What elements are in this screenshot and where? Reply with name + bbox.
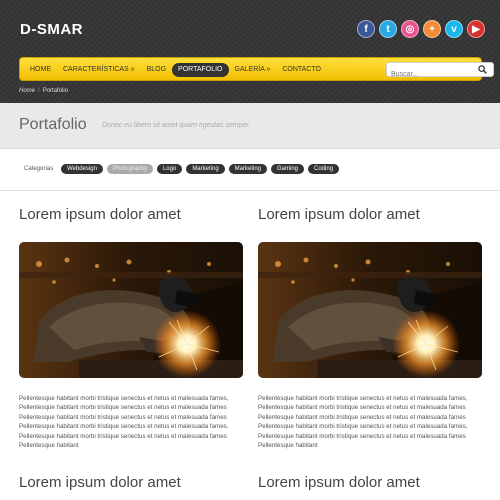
breadcrumb-separator: / [38,88,40,94]
breadcrumb-home[interactable]: Home [19,88,35,94]
breadcrumb-current: Portafolio [42,88,69,94]
filter-photography[interactable]: Photography [106,164,153,174]
filter-marketing[interactable]: Marketing [186,164,225,174]
portfolio-item: Lorem ipsum dolor amet [258,474,482,491]
filter-list: Webdesign Photography Logo Marketing Marketi… [61,164,340,174]
portfolio-item-image[interactable] [258,242,482,378]
portfolio-item-title[interactable]: Lorem ipsum dolor amet [258,474,482,491]
main-navigation: HOME CARACTERÍSTICAS » BLOG PORTAFOLIO GALER… [19,57,494,82]
nav-item-blog[interactable]: BLOG [141,63,172,77]
facebook-icon[interactable]: f [357,20,375,38]
portfolio-item: Lorem ipsum dolor amet [19,474,243,491]
search-box [386,62,494,81]
portfolio-item-text: Pellentesque habitant morbi tristique se… [19,395,229,450]
nav-item-características[interactable]: CARACTERÍSTICAS » [57,63,141,77]
vimeo-icon[interactable]: v [445,20,463,38]
nav-item-galería[interactable]: GALERÍA » [229,63,277,77]
portfolio-item-title[interactable]: Lorem ipsum dolor amet [19,474,243,491]
filter-webdesign[interactable]: Webdesign [61,164,103,174]
page-subtitle: Donec eu libero sit amet quam egestas se… [102,122,251,129]
portfolio-item-image[interactable] [19,242,243,378]
nav-items: HOME CARACTERÍSTICAS » BLOG PORTAFOLIO GALER… [24,58,327,82]
nav-item-contacto[interactable]: CONTACTO [276,63,327,77]
youtube-icon[interactable]: ▶ [467,20,485,38]
search-input[interactable] [387,68,477,81]
welder-photo [258,242,482,378]
portfolio-item: Lorem ipsum dolor amet [258,206,482,223]
plus-icon[interactable]: + [423,20,441,38]
social-icons: f t ◎ + v ▶ [357,20,485,38]
site-logo[interactable]: D-SMAR [20,21,83,38]
search-icon[interactable] [478,65,487,74]
page-title: Portafolio [19,116,87,133]
portfolio-item-title[interactable]: Lorem ipsum dolor amet [19,206,243,223]
filter-logo[interactable]: Logo [156,164,183,174]
portfolio-item-title[interactable]: Lorem ipsum dolor amet [258,206,482,223]
nav-item-home[interactable]: HOME [24,63,57,77]
nav-item-portafolio[interactable]: PORTAFOLIO [172,63,229,77]
portfolio-item-text: Pellentesque habitant morbi tristique se… [258,395,468,450]
site-header [0,0,500,103]
breadcrumb: Home / Portafolio [19,88,68,94]
twitter-icon[interactable]: t [379,20,397,38]
welder-photo [19,242,243,378]
filter-label: Categorías [24,166,54,172]
filter-coding[interactable]: Coding [308,164,340,174]
dribbble-icon[interactable]: ◎ [401,20,419,38]
filter-marketing[interactable]: Marketing [228,164,267,174]
portfolio-item: Lorem ipsum dolor amet [19,206,243,223]
filter-gaming[interactable]: Gaming [271,164,305,174]
